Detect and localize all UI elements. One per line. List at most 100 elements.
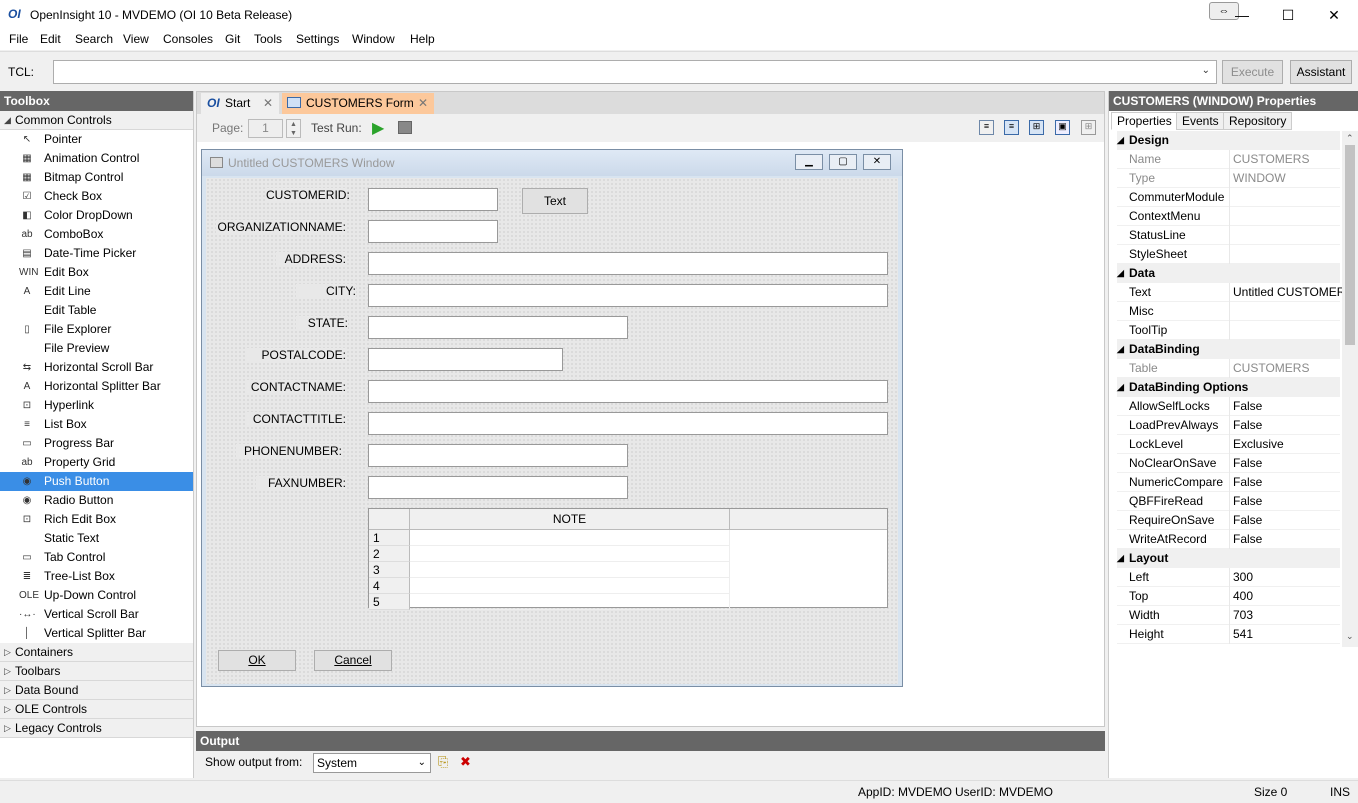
- category-design[interactable]: ◢ Design: [1117, 131, 1340, 150]
- menu-search[interactable]: Search: [75, 32, 113, 46]
- tab-repository[interactable]: Repository: [1223, 112, 1293, 130]
- close-icon[interactable]: ✕: [1311, 0, 1357, 30]
- maximize-icon[interactable]: ▢: [829, 154, 857, 170]
- field-postalcode[interactable]: [368, 348, 563, 371]
- close-tab-icon[interactable]: ✕: [418, 93, 428, 113]
- tool-list-box[interactable]: ≡ List Box: [0, 415, 193, 434]
- field-address[interactable]: [368, 252, 888, 275]
- tool-file-preview[interactable]: File Preview: [0, 339, 193, 358]
- page-spinner[interactable]: ▲ ▼: [286, 119, 301, 138]
- ok-button[interactable]: OK: [218, 650, 296, 671]
- tool-combobox[interactable]: ab ComboBox: [0, 225, 193, 244]
- tool-hyperlink[interactable]: ⊡ Hyperlink: [0, 396, 193, 415]
- property-row[interactable]: NoClearOnSave False: [1117, 454, 1340, 473]
- tool-date-time-picker[interactable]: ▤ Date-Time Picker: [0, 244, 193, 263]
- property-row[interactable]: Height 541: [1117, 625, 1340, 644]
- grid-icon[interactable]: ⊞: [1081, 120, 1096, 135]
- property-row[interactable]: AllowSelfLocks False: [1117, 397, 1340, 416]
- menu-help[interactable]: Help: [410, 32, 435, 46]
- menu-consoles[interactable]: Consoles: [163, 32, 213, 46]
- label-organizationname[interactable]: ORGANIZATIONNAME:: [216, 220, 346, 234]
- tool-edit-table[interactable]: Edit Table: [0, 301, 193, 320]
- field-faxnumber[interactable]: [368, 476, 628, 499]
- tool-animation-control[interactable]: ▦ Animation Control: [0, 149, 193, 168]
- property-row[interactable]: StyleSheet: [1117, 245, 1340, 264]
- field-phonenumber[interactable]: [368, 444, 628, 467]
- property-row[interactable]: NumericCompare False: [1117, 473, 1340, 492]
- menu-window[interactable]: Window: [352, 32, 395, 46]
- page-input[interactable]: 1: [248, 119, 283, 138]
- label-city[interactable]: CITY:: [296, 284, 356, 298]
- table-cell[interactable]: [410, 530, 730, 546]
- menu-tools[interactable]: Tools: [254, 32, 282, 46]
- align-left-icon[interactable]: ≡: [979, 120, 994, 135]
- field-organizationname[interactable]: [368, 220, 498, 243]
- note-column-header[interactable]: NOTE: [410, 509, 730, 530]
- property-row[interactable]: Misc: [1117, 302, 1340, 321]
- property-row[interactable]: Name CUSTOMERS: [1117, 150, 1340, 169]
- tool-edit-line[interactable]: A Edit Line: [0, 282, 193, 301]
- property-row[interactable]: Width 703: [1117, 606, 1340, 625]
- field-contactname[interactable]: [368, 380, 888, 403]
- row-header[interactable]: 2: [369, 546, 410, 562]
- field-customerid[interactable]: [368, 188, 498, 211]
- assistant-button[interactable]: Assistant: [1290, 60, 1352, 84]
- tool-progress-bar[interactable]: ▭ Progress Bar: [0, 434, 193, 453]
- category-databinding[interactable]: ◢ DataBinding: [1117, 340, 1340, 359]
- property-scrollbar[interactable]: ⌃ ⌄: [1342, 131, 1358, 647]
- minimize-icon[interactable]: —: [1219, 0, 1265, 30]
- scroll-up-icon[interactable]: ⌃: [1346, 133, 1354, 144]
- row-header[interactable]: 5: [369, 594, 410, 610]
- property-row[interactable]: ToolTip: [1117, 321, 1340, 340]
- tool-bitmap-control[interactable]: ▦ Bitmap Control: [0, 168, 193, 187]
- tab-start[interactable]: OI Start ✕: [201, 93, 279, 114]
- tool-tab-control[interactable]: ▭ Tab Control: [0, 548, 193, 567]
- label-contacttitle[interactable]: CONTACTTITLE:: [246, 412, 346, 426]
- section-ole-controls[interactable]: ▷ OLE Controls: [0, 700, 193, 719]
- property-row[interactable]: Type WINDOW: [1117, 169, 1340, 188]
- play-icon[interactable]: ▶: [372, 118, 384, 138]
- property-row[interactable]: LockLevel Exclusive: [1117, 435, 1340, 454]
- row-header[interactable]: 1: [369, 530, 410, 546]
- label-address[interactable]: ADDRESS:: [276, 252, 346, 266]
- property-grid[interactable]: ◢ Design Name CUSTOMERS Type WINDOW CommuterMo…: [1109, 131, 1358, 647]
- clear-output-icon[interactable]: ✖: [460, 754, 471, 770]
- tool-tree-list-box[interactable]: ≣ Tree-List Box: [0, 567, 193, 586]
- maximize-icon[interactable]: ☐: [1265, 0, 1311, 30]
- property-row[interactable]: ContextMenu: [1117, 207, 1340, 226]
- close-tab-icon[interactable]: ✕: [263, 93, 273, 113]
- align-top-icon[interactable]: ⊞: [1029, 120, 1044, 135]
- label-phonenumber[interactable]: PHONENUMBER:: [236, 444, 342, 458]
- row-header[interactable]: 3: [369, 562, 410, 578]
- scroll-down-icon[interactable]: ⌄: [1346, 631, 1354, 642]
- tool-vertical-splitter-bar[interactable]: │ Vertical Splitter Bar: [0, 624, 193, 643]
- tool-static-text[interactable]: Static Text: [0, 529, 193, 548]
- label-faxnumber[interactable]: FAXNUMBER:: [256, 476, 346, 490]
- category-data[interactable]: ◢ Data: [1117, 264, 1340, 283]
- section-toolbars[interactable]: ▷ Toolbars: [0, 662, 193, 681]
- property-row[interactable]: Top 400: [1117, 587, 1340, 606]
- property-row[interactable]: Table CUSTOMERS: [1117, 359, 1340, 378]
- row-header[interactable]: 4: [369, 578, 410, 594]
- table-cell[interactable]: [410, 594, 730, 610]
- tab-customers-form[interactable]: CUSTOMERS Form ✕: [282, 93, 434, 114]
- field-contacttitle[interactable]: [368, 412, 888, 435]
- menu-view[interactable]: View: [123, 32, 149, 46]
- chevron-down-icon[interactable]: ⌄: [1202, 65, 1210, 76]
- designer-client[interactable]: CUSTOMERID: Text ORGANIZATIONNAME: ADDRE…: [206, 178, 898, 684]
- section-containers[interactable]: ▷ Containers: [0, 643, 193, 662]
- execute-button[interactable]: Execute: [1222, 60, 1283, 84]
- designer-window[interactable]: Untitled CUSTOMERS Window ▁ ▢ ✕ CUSTOMER…: [201, 149, 903, 687]
- tool-file-explorer[interactable]: ▯ File Explorer: [0, 320, 193, 339]
- label-postalcode[interactable]: POSTALCODE:: [246, 348, 346, 362]
- section-common-controls[interactable]: ◢ Common Controls: [0, 111, 193, 130]
- stop-icon[interactable]: [398, 121, 412, 134]
- copy-output-icon[interactable]: ⎘: [438, 754, 448, 770]
- category-dbopts[interactable]: ◢ DataBinding Options: [1117, 378, 1340, 397]
- property-row[interactable]: WriteAtRecord False: [1117, 530, 1340, 549]
- table-cell[interactable]: [410, 562, 730, 578]
- property-row[interactable]: StatusLine: [1117, 226, 1340, 245]
- chevron-down-icon[interactable]: ⌄: [418, 754, 426, 772]
- tool-property-grid[interactable]: ab Property Grid: [0, 453, 193, 472]
- menu-git[interactable]: Git: [225, 32, 240, 46]
